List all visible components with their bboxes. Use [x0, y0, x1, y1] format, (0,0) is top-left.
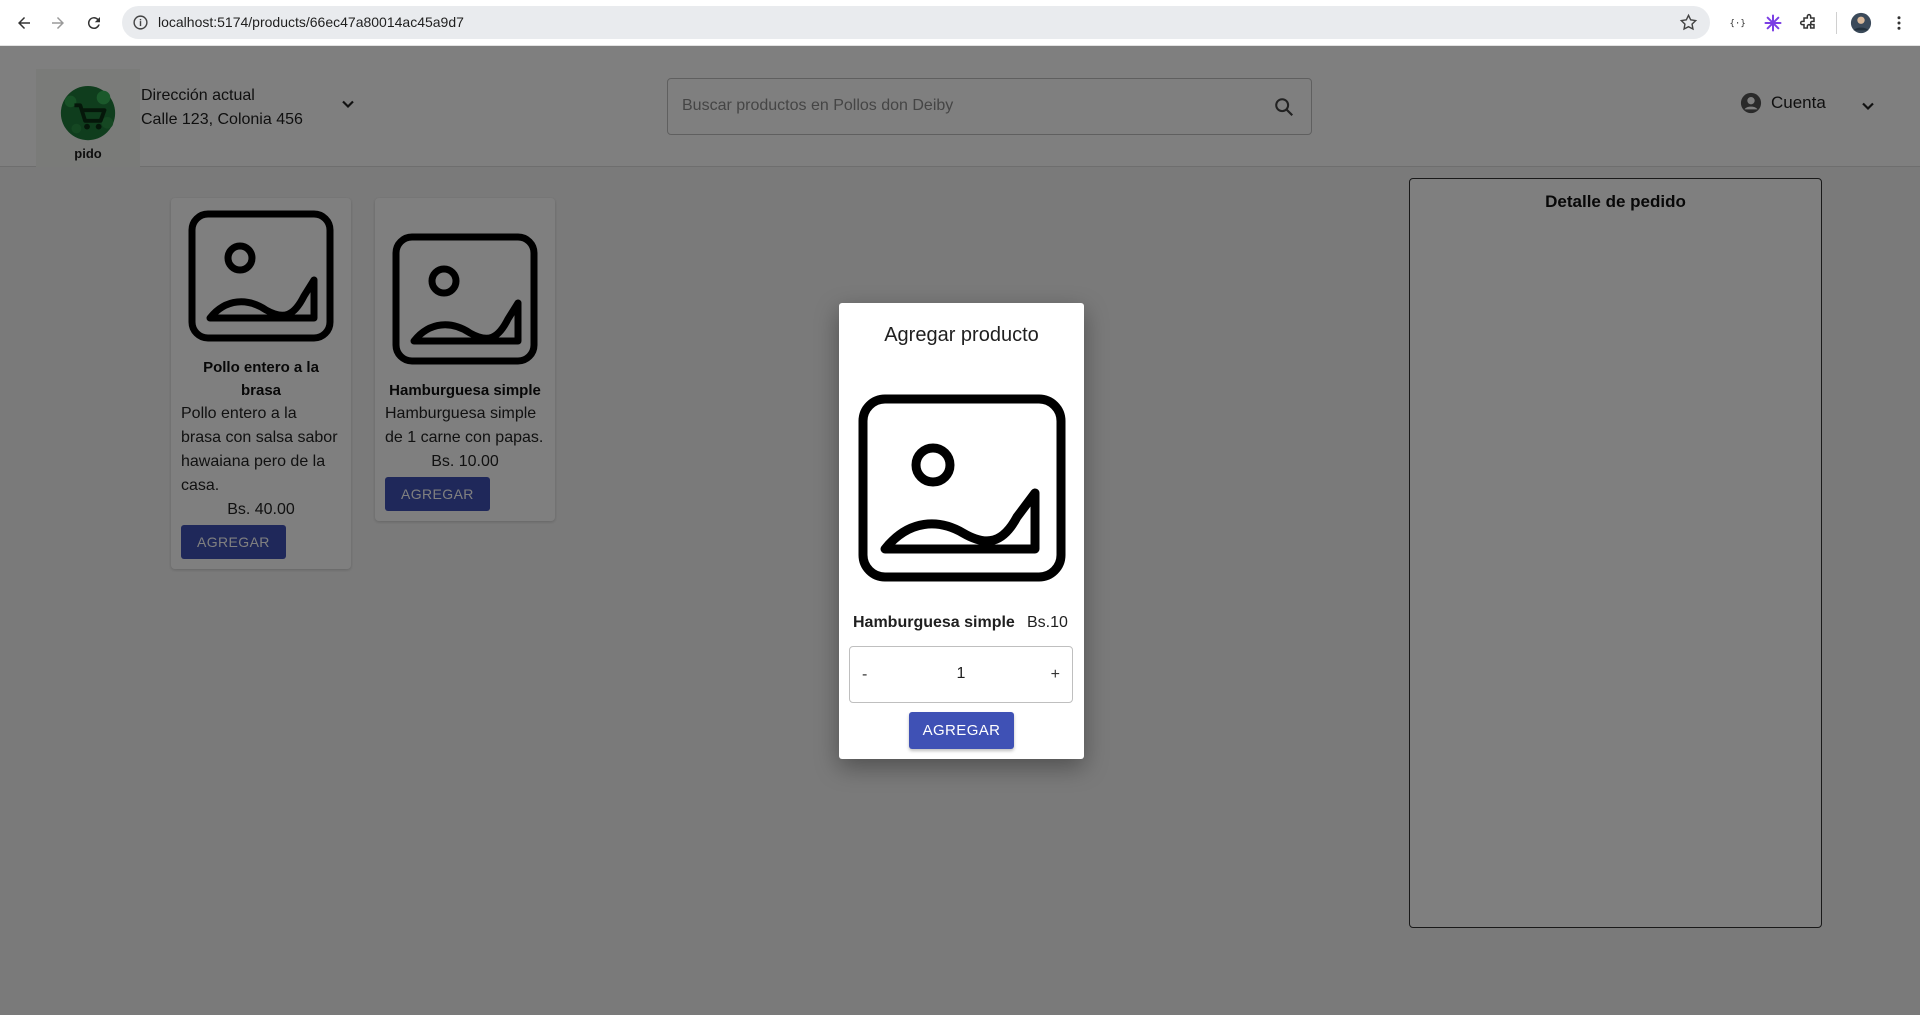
arrow-left-icon	[18, 17, 30, 29]
puzzle-icon	[1799, 13, 1815, 29]
image-placeholder-icon	[858, 394, 1066, 582]
svg-text:{·}: {·}	[1730, 19, 1746, 29]
extension-icon[interactable]: {·}	[1726, 12, 1748, 34]
increase-quantity-button[interactable]: +	[1051, 666, 1060, 684]
sparkle-icon	[1764, 14, 1782, 32]
arrow-right-icon	[52, 17, 64, 29]
bookmark-star-icon[interactable]	[1679, 13, 1698, 32]
address-bar[interactable]: localhost:5174/products/66ec47a80014ac45…	[122, 6, 1710, 39]
extension-icon[interactable]	[1762, 12, 1784, 34]
profile-avatar[interactable]	[1850, 12, 1872, 34]
url-text[interactable]: localhost:5174/products/66ec47a80014ac45…	[158, 14, 464, 30]
browser-menu-button[interactable]	[1888, 12, 1910, 34]
kebab-menu-icon	[1897, 16, 1901, 30]
toolbar-divider	[1836, 12, 1837, 34]
reload-button[interactable]	[82, 11, 106, 35]
dialog-product-price: Bs.10	[1027, 614, 1068, 631]
add-product-dialog: Agregar producto Hamburguesa simple Bs.1…	[839, 303, 1084, 759]
reload-icon	[87, 17, 100, 30]
code-braces-icon: {·}	[1730, 19, 1746, 29]
avatar-icon	[1850, 12, 1872, 34]
dialog-title: Agregar producto	[884, 324, 1039, 346]
quantity-input[interactable]: 1	[850, 665, 1072, 683]
extensions-button[interactable]	[1798, 12, 1820, 34]
add-product-button[interactable]: AGREGAR	[909, 712, 1014, 749]
info-icon[interactable]	[132, 14, 149, 31]
dialog-product-name: Hamburguesa simple	[853, 614, 1015, 631]
browser-toolbar: localhost:5174/products/66ec47a80014ac45…	[0, 0, 1920, 46]
back-button[interactable]	[12, 11, 36, 35]
forward-button[interactable]	[46, 11, 70, 35]
quantity-stepper: - 1 +	[849, 646, 1073, 703]
